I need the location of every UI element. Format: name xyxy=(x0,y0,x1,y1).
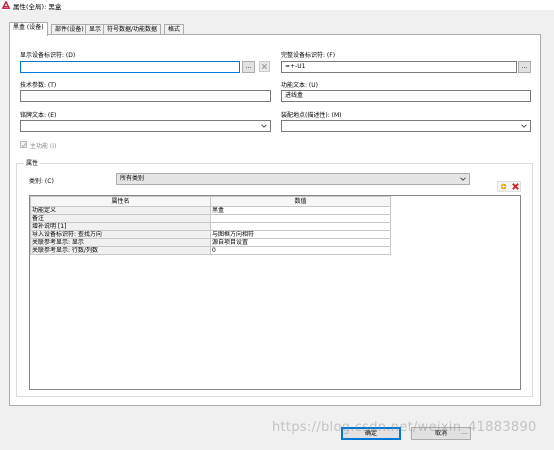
category-label: 类别: (C) xyxy=(29,178,54,185)
tech-params-input[interactable] xyxy=(20,90,271,102)
close-icon xyxy=(261,63,268,70)
full-dt-label: 完整设备标识符: (F) xyxy=(281,52,336,59)
property-value-cell[interactable]: 黑盒 xyxy=(210,206,391,215)
table-row[interactable]: 关联参考显示: 行数/列数 0 xyxy=(30,246,391,255)
table-row[interactable]: 导入设备标识符: 查找方向 与图框方向相符 xyxy=(30,230,391,239)
property-name-cell: 备注 xyxy=(30,214,211,223)
chevron-down-icon xyxy=(521,124,527,128)
display-dt-label: 显示设备标识符: (D) xyxy=(20,52,76,59)
clear-display-dt-button[interactable] xyxy=(259,61,270,72)
property-name-cell: 关联参考显示: 行数/列数 xyxy=(30,246,211,255)
property-value-cell[interactable]: 源自项目设置 xyxy=(210,238,391,247)
mounting-site-label: 装配地点(描述性): (M) xyxy=(281,112,342,119)
chevron-down-icon xyxy=(460,177,466,181)
function-text-input[interactable]: 进线盒 xyxy=(281,90,531,102)
table-row[interactable]: 备注 xyxy=(30,214,391,223)
main-function-label: 主功能 (I) xyxy=(30,143,57,150)
column-header-value[interactable]: 数值 xyxy=(210,196,391,207)
watermark-text: https://blog.csdn.net/weixin_41883890 xyxy=(272,420,537,435)
table-row[interactable]: 增补说明 [1] xyxy=(30,222,391,231)
property-table: 属性名 数值 功能定义 黑盒 备注 增补说明 [1] 导入设备标识符: 查找方向… xyxy=(30,196,391,255)
title-bar xyxy=(0,0,554,10)
add-property-icon[interactable] xyxy=(499,182,508,191)
window-title: 属性(全局): 黑盒 xyxy=(13,3,62,11)
property-name-cell: 关联参考显示: 显示 xyxy=(30,238,211,247)
property-value-cell[interactable] xyxy=(210,222,391,231)
full-dt-browse-button[interactable]: ... xyxy=(518,61,531,73)
table-row[interactable]: 功能定义 黑盒 xyxy=(30,206,391,215)
property-grid: 属性名 数值 功能定义 黑盒 备注 增补说明 [1] 导入设备标识符: 查找方向… xyxy=(29,195,521,390)
checkmark-icon xyxy=(21,142,27,148)
chevron-down-icon xyxy=(261,124,267,128)
column-header-property-name[interactable]: 属性名 xyxy=(30,196,211,207)
tech-params-label: 技术参数: (T) xyxy=(20,82,57,89)
property-name-cell: 功能定义 xyxy=(30,206,211,215)
display-dt-input[interactable] xyxy=(20,61,240,73)
properties-group-title: 属性 xyxy=(24,158,41,167)
main-function-checkbox[interactable] xyxy=(20,141,27,148)
display-dt-browse-button[interactable]: ... xyxy=(242,61,255,73)
property-name-cell: 增补说明 [1] xyxy=(30,222,211,231)
category-combo[interactable]: 所有类别 xyxy=(116,173,470,185)
property-name-cell: 导入设备标识符: 查找方向 xyxy=(30,230,211,239)
property-value-cell[interactable]: 与图框方向相符 xyxy=(210,230,391,239)
delete-property-icon[interactable] xyxy=(511,182,520,191)
table-row[interactable]: 关联参考显示: 显示 源自项目设置 xyxy=(30,238,391,247)
category-value: 所有类别 xyxy=(120,175,145,182)
eplan-app-icon xyxy=(2,1,10,9)
engraving-text-combo[interactable] xyxy=(20,120,271,132)
table-header-row: 属性名 数值 xyxy=(30,196,391,207)
function-text-label: 功能文本: (U) xyxy=(281,82,319,89)
full-dt-input[interactable]: =+-U1 xyxy=(281,61,517,73)
engraving-text-label: 铭牌文本: (E) xyxy=(20,112,57,119)
tab-black-box-device[interactable]: 黑盒 (设备) xyxy=(9,22,48,36)
property-value-cell[interactable]: 0 xyxy=(210,246,391,255)
mounting-site-combo[interactable] xyxy=(281,120,531,132)
property-value-cell[interactable] xyxy=(210,214,391,223)
